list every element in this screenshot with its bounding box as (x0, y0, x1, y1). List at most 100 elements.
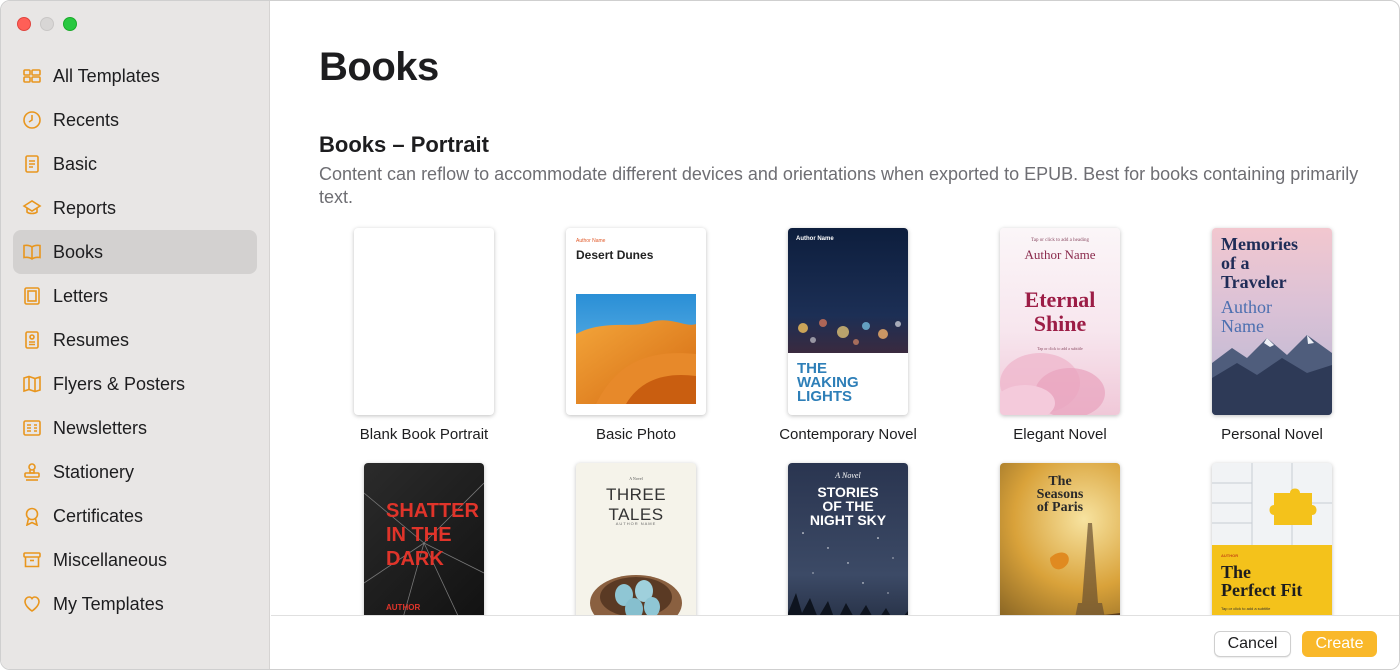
template-thumbnail[interactable]: Author Name THE WAKING LIGHTS (788, 228, 908, 415)
cover-author: Author Name (796, 236, 834, 242)
template-thumbnail[interactable]: Tap or click to add a heading Author Nam… (1000, 228, 1120, 415)
heart-icon (21, 593, 43, 615)
document-icon (21, 153, 43, 175)
cover-author-line: Author (1221, 297, 1272, 317)
cover-title-line: of a (1221, 253, 1250, 273)
template-thumbnail[interactable]: The Seasons of Paris (1000, 463, 1120, 615)
cover-kicker: A Novel (629, 476, 643, 481)
sidebar-item-books[interactable]: Books (13, 230, 257, 274)
sidebar-item-label: My Templates (53, 593, 164, 614)
section-title: Books – Portrait (319, 132, 489, 157)
sidebar-item-certificates[interactable]: Certificates (13, 494, 257, 538)
cover-title-line: The (1221, 562, 1252, 582)
cover-author-line: Name (1221, 316, 1264, 336)
cover-kicker: AUTHOR (1221, 553, 1239, 558)
cover-heading-hint: Tap or click to add a heading (1031, 238, 1089, 243)
template-thumbnail[interactable] (354, 228, 494, 415)
mountain-photo (1212, 335, 1332, 415)
sidebar-item-letters[interactable]: Letters (13, 274, 257, 318)
sidebar-item-flyers-posters[interactable]: Flyers & Posters (13, 362, 257, 406)
cover-title: THREE TALES (605, 485, 667, 524)
sidebar-item-resumes[interactable]: Resumes (13, 318, 257, 362)
cover-title-line: STORIES (817, 484, 879, 500)
sidebar-item-label: Stationery (53, 461, 135, 482)
template-gallery: Books Books – Portrait Content can reflo… (271, 1, 1399, 615)
close-window-button[interactable] (17, 17, 31, 31)
ribbon-icon (21, 505, 43, 527)
category-list: All Templates Recents Basic Reports Book… (13, 54, 257, 626)
flower-photo (1000, 353, 1105, 415)
newsletter-icon (21, 417, 43, 439)
dialog-footer: Cancel Create (271, 615, 1399, 669)
zoom-window-button[interactable] (63, 17, 77, 31)
sidebar-item-label: Resumes (53, 329, 130, 350)
clock-icon (21, 109, 43, 131)
template-label: Blank Book Portrait (359, 426, 489, 443)
window-controls (17, 17, 77, 31)
sidebar-item-stationery[interactable]: Stationery (13, 450, 257, 494)
template-seasons-of-paris[interactable]: The Seasons of Paris (954, 463, 1166, 615)
sidebar-item-my-templates[interactable]: My Templates (13, 582, 257, 626)
sidebar-item-basic[interactable]: Basic (13, 142, 257, 186)
cover-subtitle-hint: Tap or click to add a subtitle (1221, 606, 1271, 611)
cover-title-line: Memories (1221, 234, 1298, 254)
template-the-perfect-fit[interactable]: AUTHOR The Perfect Fit Tap or click to a… (1166, 463, 1378, 615)
template-three-tales[interactable]: A Novel THREE TALES AUTHOR NAME (530, 463, 742, 615)
create-button[interactable]: Create (1302, 631, 1377, 657)
stamp-icon (21, 461, 43, 483)
template-thumbnail[interactable]: A Novel STORIES OF THE NIGHT SKY (788, 463, 908, 615)
cover-title-line: Shine (1033, 311, 1087, 336)
cover-title-line: OF THE (822, 498, 874, 514)
cover-title: Eternal Shine (1000, 288, 1120, 336)
sidebar-item-all-templates[interactable]: All Templates (13, 54, 257, 98)
cover-author: Author Name (1221, 298, 1272, 336)
minimize-window-button[interactable] (40, 17, 54, 31)
template-chooser-window: All Templates Recents Basic Reports Book… (0, 0, 1400, 670)
cover-title: STORIES OF THE NIGHT SKY (788, 485, 908, 527)
template-stories-of-the-night-sky[interactable]: A Novel STORIES OF THE NIGHT SKY (742, 463, 954, 615)
template-label: Personal Novel (1221, 426, 1323, 443)
template-contemporary-novel[interactable]: Author Name THE WAKING LIGHTS Contempora… (742, 228, 954, 443)
cover-title-line: Traveler (1221, 272, 1287, 292)
template-thumbnail[interactable]: Memories of a Traveler Author Name (1212, 228, 1332, 415)
letter-icon (21, 285, 43, 307)
section-description: Content can reflow to accommodate differ… (319, 164, 1359, 207)
book-icon (21, 241, 43, 263)
template-thumbnail[interactable]: AUTHOR The Perfect Fit Tap or click to a… (1212, 463, 1332, 615)
template-blank-book-portrait[interactable]: Blank Book Portrait (318, 228, 530, 443)
city-lights-photo (788, 228, 908, 353)
sidebar-item-label: All Templates (53, 65, 160, 86)
cover-kicker: A Novel (835, 471, 861, 480)
sidebar-item-label: Newsletters (53, 417, 148, 438)
cover-author: Author Name (1024, 247, 1096, 262)
template-elegant-novel[interactable]: Tap or click to add a heading Author Nam… (954, 228, 1166, 443)
sidebar-item-recents[interactable]: Recents (13, 98, 257, 142)
template-shatter-in-the-dark[interactable]: SHATTER IN THE DARK AUTHOR (318, 463, 530, 615)
sidebar-item-miscellaneous[interactable]: Miscellaneous (13, 538, 257, 582)
sidebar-item-newsletters[interactable]: Newsletters (13, 406, 257, 450)
sidebar-item-label: Books (53, 241, 104, 262)
cover-title-line: IN THE (386, 524, 452, 546)
cover-title-line: Perfect Fit (1221, 580, 1303, 600)
template-label: Contemporary Novel (779, 426, 917, 443)
template-label: Elegant Novel (1013, 426, 1107, 443)
cover-title-line: Eternal (1024, 287, 1096, 312)
template-thumbnail[interactable]: Author Name Desert Dunes (566, 228, 706, 415)
sidebar-item-reports[interactable]: Reports (13, 186, 257, 230)
cover-title: The Perfect Fit (1221, 563, 1302, 599)
template-thumbnail[interactable]: A Novel THREE TALES AUTHOR NAME (576, 463, 696, 615)
cover-title: Desert Dunes (576, 248, 654, 262)
cover-title-line: SHATTER (386, 500, 479, 522)
all-templates-icon (21, 65, 43, 87)
cover-title: SHATTER IN THE DARK (386, 499, 479, 571)
cancel-button[interactable]: Cancel (1214, 631, 1291, 657)
template-thumbnail[interactable]: SHATTER IN THE DARK AUTHOR (364, 463, 484, 615)
sidebar-item-label: Certificates (53, 505, 144, 526)
cover-title-line: of Paris (1036, 500, 1084, 515)
reports-icon (21, 197, 43, 219)
page-title: Books (319, 45, 439, 89)
template-basic-photo[interactable]: Author Name Desert Dunes Basic Photo (530, 228, 742, 443)
cover-author: AUTHOR NAME (615, 521, 657, 526)
template-personal-novel[interactable]: Memories of a Traveler Author Name Perso… (1166, 228, 1378, 443)
bird-nest-photo (590, 575, 682, 615)
